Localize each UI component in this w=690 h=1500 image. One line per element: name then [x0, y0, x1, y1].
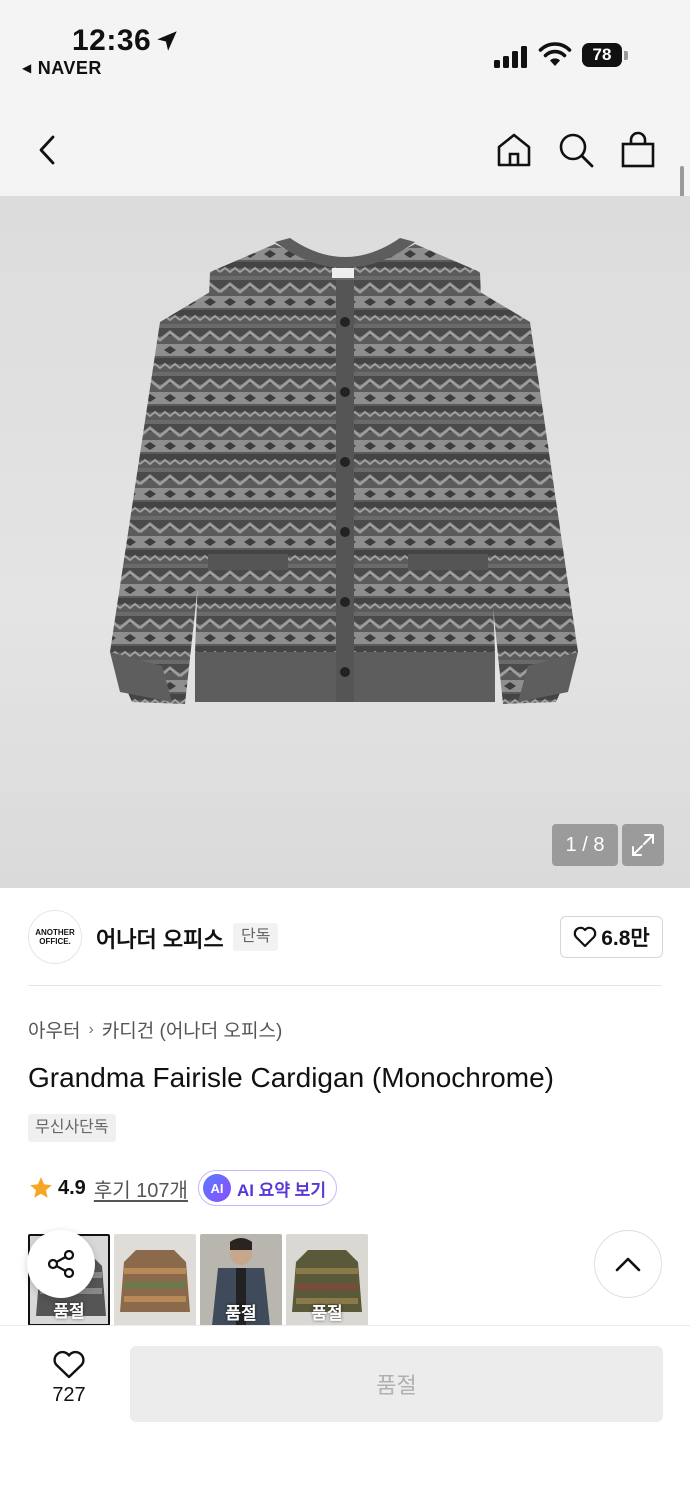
scroll-to-top-button[interactable]: [594, 1230, 662, 1298]
breadcrumb-item-cardigan[interactable]: 카디건 (어나더 오피스): [102, 1016, 283, 1043]
brand-exclusive-badge: 단독: [233, 923, 279, 951]
brand-logo-line2: OFFICE.: [39, 937, 71, 946]
brand-like-count: 6.8만: [601, 927, 650, 950]
brand-logo-line1: ANOTHER: [35, 928, 75, 937]
heart-icon: [53, 1350, 85, 1379]
breadcrumb-item-outer[interactable]: 아우터: [28, 1016, 80, 1043]
wishlist-button[interactable]: 727: [38, 1350, 100, 1420]
rating-row: 4.9 후기 107개 AI AI 요약 보기: [28, 1170, 337, 1206]
ai-summary-button[interactable]: AI AI 요약 보기: [197, 1170, 337, 1206]
ai-summary-label: AI 요약 보기: [236, 1180, 326, 1200]
variant-soldout-label: 품절: [225, 1304, 257, 1323]
exclusive-tag: 무신사단독: [28, 1114, 116, 1142]
home-icon: [497, 133, 531, 167]
search-button[interactable]: [556, 130, 596, 170]
expand-image-button[interactable]: [622, 824, 664, 866]
image-counter: 1 / 8: [552, 824, 618, 866]
brand-like-button[interactable]: 6.8만: [560, 916, 663, 958]
product-image-gallery[interactable]: 1 / 8: [0, 196, 690, 888]
ai-icon: AI: [202, 1174, 231, 1202]
variant-thumbnail[interactable]: 품절: [200, 1234, 282, 1326]
chevron-right-icon: ›: [88, 1020, 94, 1038]
variant-thumbnail-image: [114, 1234, 196, 1326]
status-time: 12:36: [72, 24, 152, 57]
variant-thumbnail[interactable]: [114, 1234, 196, 1326]
battery-tip: [624, 51, 628, 60]
bottom-action-bar: 727 품절: [0, 1325, 690, 1500]
expand-icon: [632, 834, 654, 856]
back-triangle-icon: ◀: [22, 61, 32, 75]
location-arrow-icon: [157, 31, 177, 51]
share-icon: [47, 1249, 75, 1279]
back-button[interactable]: [28, 130, 68, 170]
cardigan-product-image: [110, 238, 578, 704]
soldout-button[interactable]: 품절: [130, 1346, 663, 1422]
brand-row: ANOTHER OFFICE. 어나더 오피스 단독 6.8만: [0, 888, 690, 986]
shopping-bag-icon: [621, 131, 655, 168]
back-to-app-link[interactable]: ◀ NAVER: [22, 58, 102, 79]
back-app-label: NAVER: [37, 58, 102, 78]
rating-value: 4.9: [58, 1176, 86, 1199]
status-bar: 12:36 ◀ NAVER 78: [0, 0, 690, 100]
back-icon: [39, 135, 55, 165]
brand-name-link[interactable]: 어나더 오피스: [96, 922, 224, 954]
wishlist-count: 727: [52, 1384, 86, 1406]
home-button[interactable]: [494, 130, 534, 170]
reviews-link[interactable]: 후기 107개: [94, 1174, 188, 1203]
heart-icon: [573, 926, 597, 948]
wifi-icon: [538, 42, 572, 66]
battery-indicator: 78: [582, 43, 622, 67]
breadcrumb: 아우터 › 카디건 (어나더 오피스): [28, 1016, 282, 1043]
search-icon: [559, 133, 594, 168]
share-button[interactable]: [27, 1230, 95, 1298]
cart-button[interactable]: [618, 130, 658, 170]
variant-soldout-label: 품절: [53, 1302, 85, 1321]
chevron-up-icon: [615, 1257, 641, 1272]
product-title: Grandma Fairisle Cardigan (Monochrome): [28, 1062, 554, 1093]
variant-soldout-label: 품절: [311, 1304, 343, 1323]
brand-logo[interactable]: ANOTHER OFFICE.: [28, 910, 82, 964]
variant-thumbnail[interactable]: 품절: [286, 1234, 368, 1326]
top-nav-bar: [0, 100, 690, 196]
cellular-signal-icon: [494, 44, 530, 68]
section-divider: [28, 985, 662, 986]
star-icon: [30, 1177, 52, 1198]
